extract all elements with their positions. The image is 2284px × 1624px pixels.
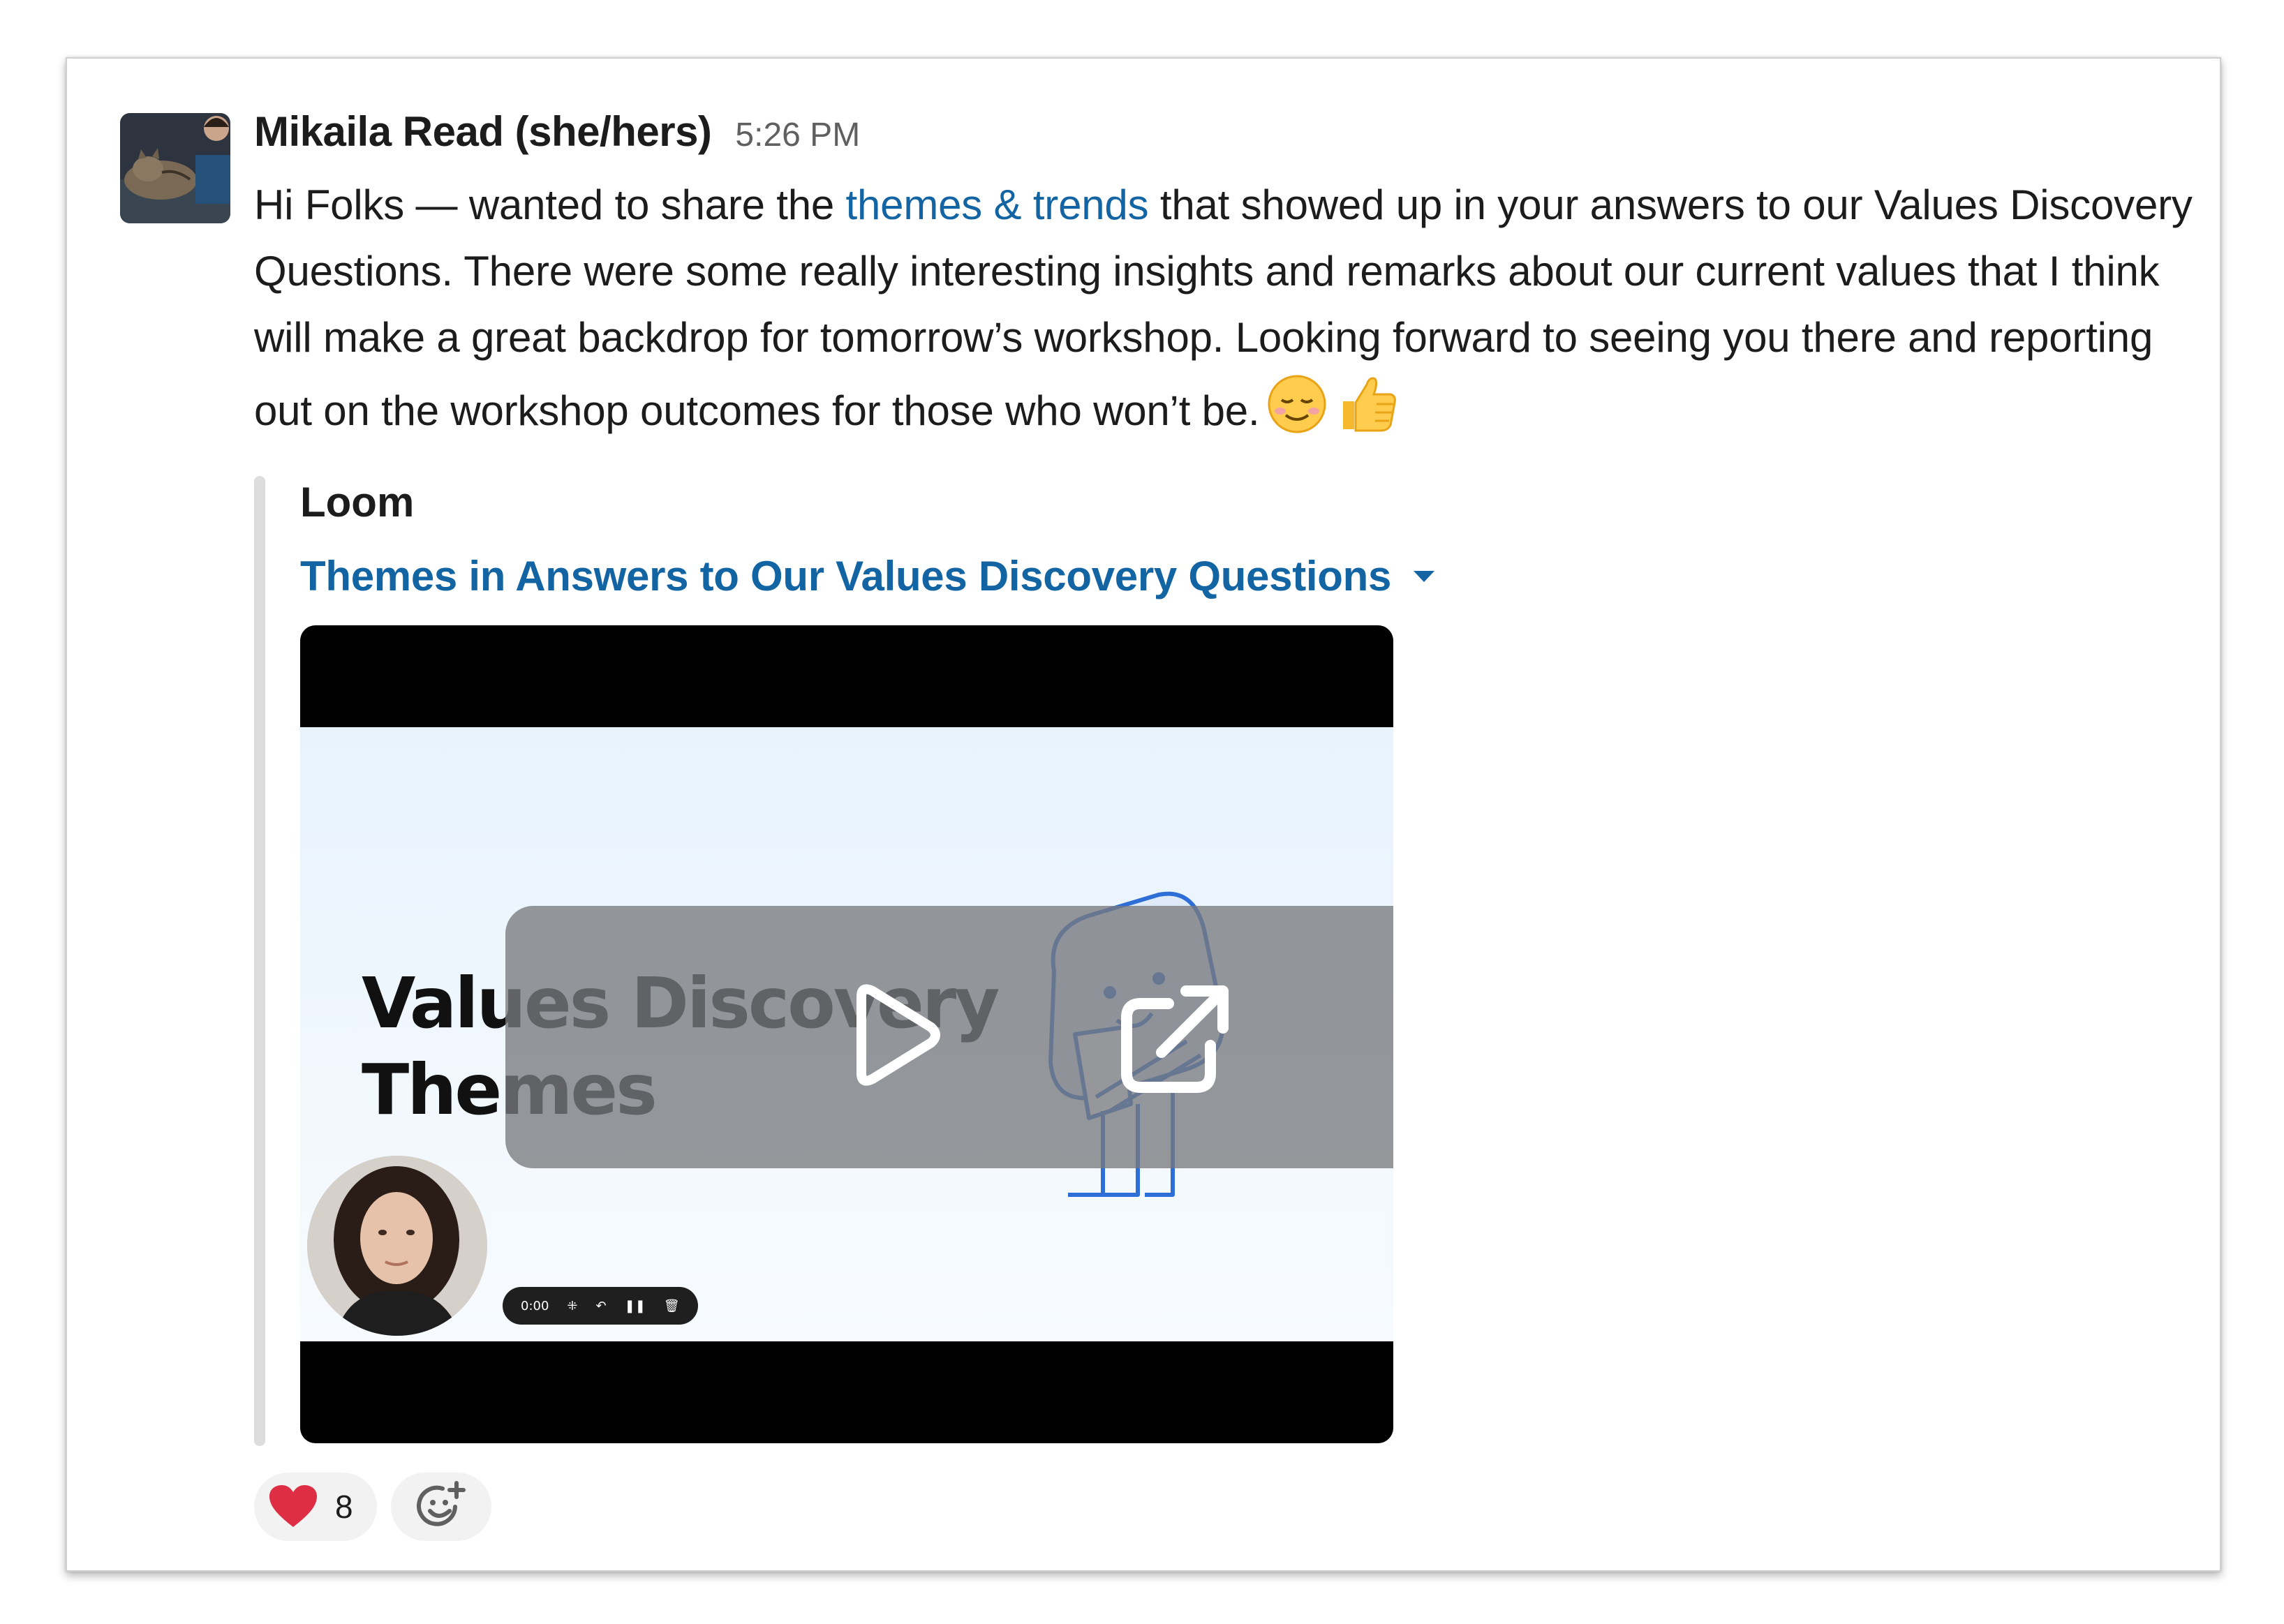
message: Mikaila Read (she/hers) 5:26 PM Hi Folks… <box>254 107 2195 1541</box>
relaxed-face-emoji <box>1266 373 1328 454</box>
link-attachment: Loom Themes in Answers to Our Values Dis… <box>254 476 2195 1446</box>
attachment-bar <box>254 476 265 1446</box>
author-name[interactable]: Mikaila Read (she/hers) <box>254 107 712 156</box>
presenter-bubble[interactable] <box>307 1156 487 1336</box>
message-header: Mikaila Read (she/hers) 5:26 PM <box>254 107 2195 172</box>
external-link-icon[interactable] <box>1113 976 1238 1101</box>
attachment-title[interactable]: Themes in Answers to Our Values Discover… <box>300 544 1391 609</box>
video-overlay <box>505 906 1393 1168</box>
reaction-heart[interactable]: 8 <box>254 1473 377 1541</box>
undo-icon[interactable]: ↶ <box>596 1299 607 1313</box>
grid-icon[interactable]: ⁜ <box>567 1299 577 1313</box>
attachment-title-row: Themes in Answers to Our Values Discover… <box>300 543 2195 610</box>
timestamp[interactable]: 5:26 PM <box>735 116 860 154</box>
message-text-start: Hi Folks — wanted to share the <box>254 181 846 228</box>
message-text: Hi Folks — wanted to share the themes & … <box>254 172 2195 454</box>
heart-icon <box>269 1485 317 1527</box>
message-card: Mikaila Read (she/hers) 5:26 PM Hi Folks… <box>66 57 2221 1572</box>
pause-icon[interactable]: ❚❚ <box>625 1299 646 1313</box>
play-icon[interactable] <box>833 976 952 1094</box>
video-player[interactable]: Values Discovery Themes <box>300 625 1393 1443</box>
caret-down-icon[interactable] <box>1412 569 1436 583</box>
themes-trends-link[interactable]: themes & trends <box>846 181 1149 228</box>
timer-readout: 0:00 <box>521 1298 549 1313</box>
attachment-service: Loom <box>300 479 415 526</box>
trash-icon[interactable]: 🗑 <box>664 1299 680 1313</box>
add-emoji-icon <box>417 1481 466 1526</box>
reactions-bar: 8 <box>254 1473 2195 1541</box>
reaction-count: 8 <box>335 1489 353 1525</box>
avatar[interactable] <box>120 113 230 223</box>
recording-controls: 0:00 ⁜ ↶ ❚❚ 🗑 <box>503 1287 698 1325</box>
thumbs-up-emoji <box>1335 371 1399 454</box>
add-reaction-button[interactable] <box>391 1473 491 1541</box>
